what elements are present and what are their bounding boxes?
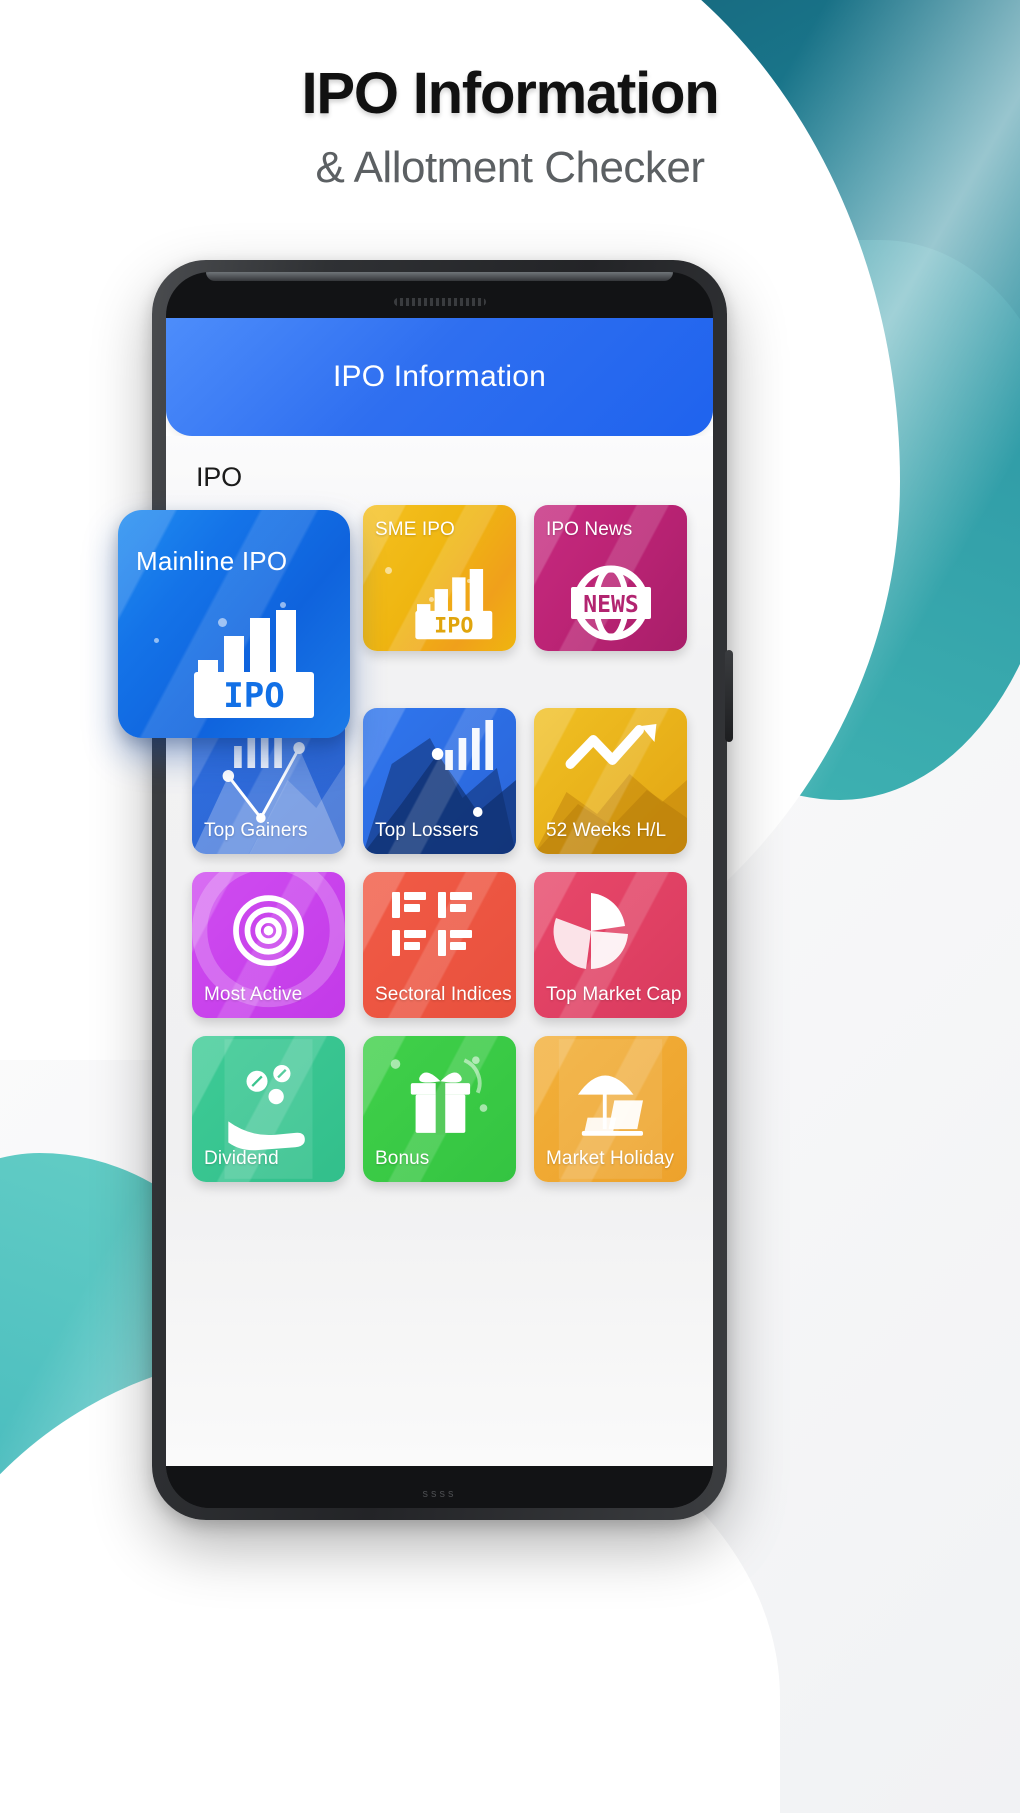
headline-subtitle: & Allotment Checker — [315, 143, 705, 192]
tile-label: Top Lossers — [375, 820, 479, 841]
tile-market-holiday[interactable]: Market Holiday — [534, 1036, 687, 1182]
tile-top-lossers[interactable]: Top Lossers — [363, 708, 516, 854]
tile-sme-ipo[interactable]: IPO SME IPO — [363, 505, 516, 651]
tile-label: 52 Weeks H/L — [546, 820, 667, 841]
decor-dot — [385, 567, 392, 574]
phone-top-glare — [206, 272, 673, 281]
tile-label: Top Market Cap — [546, 984, 682, 1005]
tile-label: Mainline IPO — [136, 546, 288, 576]
section-title-ipo: IPO — [196, 462, 242, 492]
tile-top-market-cap[interactable]: Top Market Cap — [534, 872, 687, 1018]
decor-dot — [218, 618, 227, 627]
phone-power-button[interactable] — [725, 650, 733, 742]
tile-label: Dividend — [204, 1148, 279, 1169]
pie-chart-icon — [553, 893, 628, 969]
tile-label: Market Holiday — [546, 1148, 675, 1169]
tile-label: Most Active — [204, 984, 303, 1005]
tile-label: IPO News — [546, 519, 633, 540]
tile-ipo-news[interactable]: NEWS IPO News — [534, 505, 687, 651]
tile-52-weeks-high-low[interactable]: 52 Weeks H/L — [534, 708, 687, 854]
tile-bonus[interactable]: Bonus — [363, 1036, 516, 1182]
phone-earpiece-speaker-icon — [393, 298, 486, 306]
news-globe-icon: NEWS — [570, 565, 651, 641]
grid-bars-icon — [391, 892, 472, 956]
app-bar-title: IPO Information — [332, 360, 547, 393]
phone-chin: ssss — [166, 1466, 713, 1508]
decor-dot — [280, 602, 286, 608]
tile-most-active[interactable]: Most Active — [192, 872, 345, 1018]
ipo-bar-chart-badge-icon: IPO — [194, 610, 314, 718]
market-tile-grid: Top Gainers Top Lossers 52 Weeks H/L Mos… — [192, 708, 687, 1182]
headline-title: IPO Information — [301, 61, 719, 126]
decor-dot — [154, 638, 159, 643]
tile-dividend[interactable]: Dividend — [192, 1036, 345, 1182]
tile-label: Bonus — [375, 1148, 430, 1169]
svg-text:IPO: IPO — [434, 614, 473, 639]
promo-headline: IPO Information & Allotment Checker — [0, 60, 1020, 193]
phone-brand-mark: ssss — [422, 1488, 457, 1500]
svg-text:NEWS: NEWS — [583, 592, 638, 618]
tile-sectoral-indices[interactable]: Sectoral Indices — [363, 872, 516, 1018]
phone-bezel: IPO Information IPO IPO SME IPO NEWS IPO… — [166, 272, 713, 1508]
tile-label: Top Gainers — [204, 820, 308, 841]
app-screen: IPO Information IPO IPO SME IPO NEWS IPO… — [166, 318, 713, 1466]
app-bar: IPO Information — [166, 318, 713, 436]
ipo-bar-chart-badge-icon: IPO — [415, 569, 493, 640]
tile-mainline-ipo-featured[interactable]: IPO Mainline IPO — [118, 510, 350, 738]
tile-label: Sectoral Indices — [375, 984, 512, 1005]
phone-mockup: IPO Information IPO IPO SME IPO NEWS IPO… — [146, 260, 733, 1520]
svg-text:IPO: IPO — [223, 676, 284, 716]
tile-label: SME IPO — [375, 519, 455, 540]
